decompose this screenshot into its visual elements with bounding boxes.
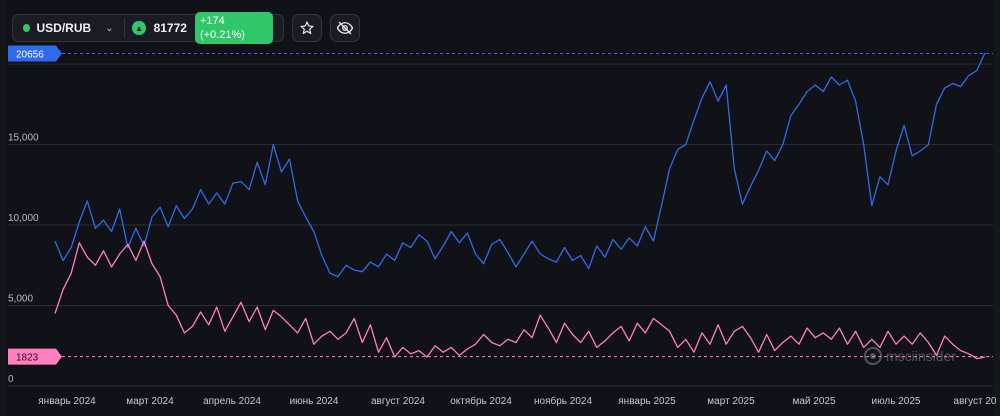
watermark: msciinsider — [864, 347, 956, 365]
watermark-text: msciinsider — [886, 348, 956, 364]
y-tick-label: 15,000 — [8, 133, 39, 144]
series-lines — [54, 52, 986, 360]
x-tick-label: май 2025 — [792, 396, 835, 407]
x-tick-label: январь 2025 — [618, 396, 676, 407]
x-tick-label: июль 2025 — [872, 396, 921, 407]
marker-label: 20656 — [16, 50, 44, 61]
series-line-1 — [54, 52, 986, 278]
x-tick-label: март 2024 — [126, 396, 174, 407]
x-tick-label: август 20 — [954, 396, 997, 407]
x-tick-label: ноябрь 2024 — [534, 395, 592, 407]
value-markers: 20656 1823 — [8, 45, 993, 365]
grid-lines — [8, 63, 993, 387]
y-tick-label: 10,000 — [8, 213, 39, 224]
x-tick-label: июнь 2024 — [290, 396, 339, 407]
marker-label: 1823 — [16, 353, 39, 364]
x-tick-label: март 2025 — [707, 396, 755, 407]
y-axis-labels: 0 5,000 10,000 15,000 — [8, 133, 39, 385]
y-tick-label: 5,000 — [8, 294, 33, 305]
x-tick-label: октябрь 2024 — [450, 395, 512, 407]
line-chart: msciinsider 0 5,000 10,000 15,000 январь 20… — [8, 45, 997, 407]
x-tick-label: август 2024 — [371, 396, 425, 407]
y-tick-label: 0 — [8, 374, 14, 385]
series-line-2 — [54, 240, 986, 360]
x-tick-label: апрель 2024 — [203, 396, 261, 407]
x-axis-labels: январь 2024 март 2024 апрель 2024 июнь 2024… — [38, 395, 997, 407]
x-tick-label: январь 2024 — [38, 396, 96, 407]
